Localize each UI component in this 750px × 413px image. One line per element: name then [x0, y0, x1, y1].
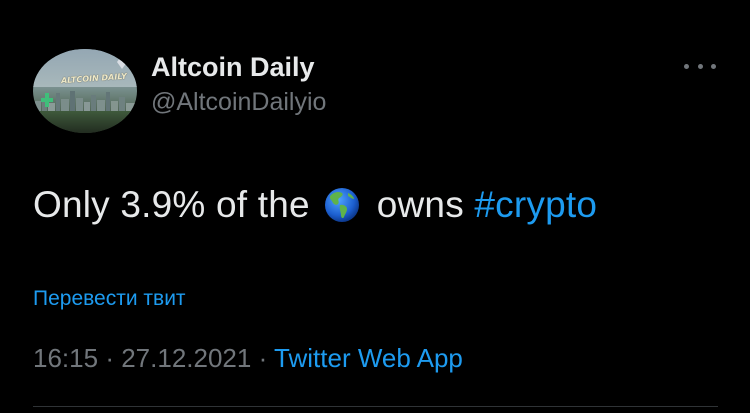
tweet-date[interactable]: 27.12.2021 [121, 343, 251, 373]
avatar-emblem-icon [41, 93, 53, 107]
globe-americas-icon [325, 188, 360, 222]
translate-tweet-link[interactable]: Перевести твит [33, 287, 186, 311]
more-dot-icon [711, 63, 716, 69]
tweet-source-link[interactable]: Twitter Web App [274, 343, 463, 373]
tweet-time[interactable]: 16:15 [33, 343, 98, 373]
more-options-button[interactable] [684, 56, 716, 76]
avatar[interactable]: ALTCOIN DAILY [33, 49, 137, 133]
hashtag-link[interactable]: #crypto [474, 184, 597, 225]
author-name[interactable]: Altcoin Daily [151, 52, 315, 83]
meta-separator: · [105, 343, 114, 373]
more-dot-icon [684, 63, 689, 69]
meta-separator: · [258, 343, 268, 373]
tweet-text-before: Only 3.9% of the [33, 184, 310, 225]
author-handle[interactable]: @AltcoinDailyio [151, 88, 326, 117]
more-dot-icon [697, 63, 703, 69]
tweet-text: Only 3.9% of the owns #crypto [33, 184, 597, 226]
divider [33, 406, 718, 407]
avatar-coin-icon [117, 55, 127, 69]
avatar-ground [33, 111, 137, 133]
tweet-text-after: owns [376, 184, 464, 225]
tweet-meta: 16:15 · 27.12.2021 · Twitter Web App [33, 343, 463, 374]
